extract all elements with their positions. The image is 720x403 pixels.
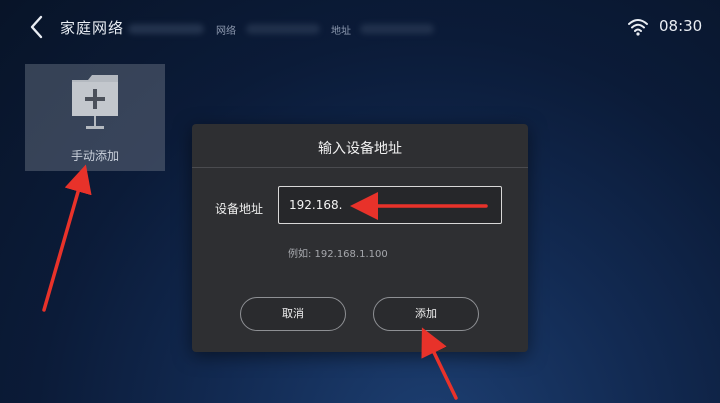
clock: 08:30 [659, 17, 703, 35]
wifi-icon [628, 18, 648, 36]
dialog-title: 输入设备地址 [318, 141, 402, 157]
divider [192, 167, 528, 168]
device-address-label: 设备地址 [215, 202, 264, 216]
page-title: 家庭网络 [60, 19, 125, 37]
folder-plus-icon [70, 72, 120, 132]
back-arrow-icon[interactable] [28, 14, 48, 40]
cancel-button[interactable]: 取消 [240, 297, 346, 331]
address-label: 地址 [331, 26, 351, 37]
blurred-network-value [246, 24, 320, 34]
network-label: 网络 [216, 26, 236, 37]
blurred-network-name [128, 24, 204, 34]
blurred-address-value [360, 24, 434, 34]
manual-add-tile[interactable]: 手动添加 [25, 64, 165, 171]
manual-add-label: 手动添加 [70, 149, 119, 163]
address-dialog: 输入设备地址 设备地址 例如: 192.168.1.100 取消 添加 [192, 124, 528, 352]
add-button[interactable]: 添加 [373, 297, 479, 331]
device-address-input[interactable] [278, 186, 502, 224]
top-bar: 家庭网络 网络 地址 08:30 [0, 0, 720, 56]
example-hint: 例如: 192.168.1.100 [288, 249, 388, 260]
arrow-to-tile [42, 164, 92, 312]
